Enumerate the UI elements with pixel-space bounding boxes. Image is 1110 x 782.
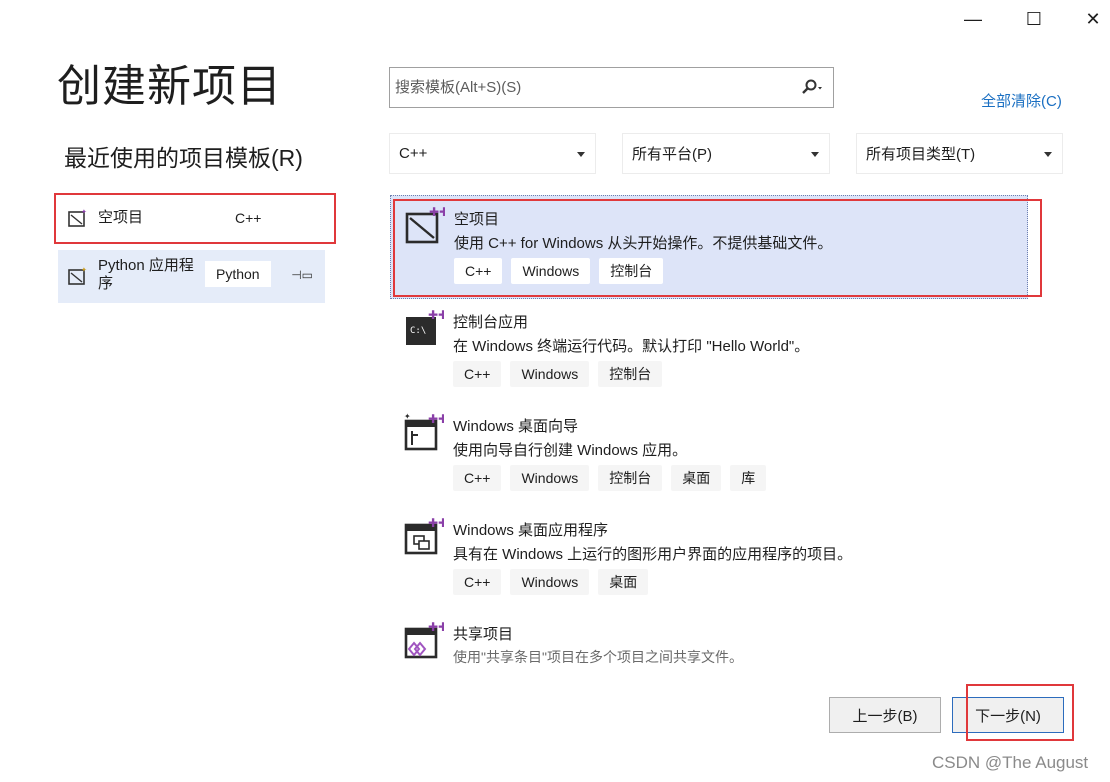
template-desktop-wizard[interactable]: ✦ ✚✚ Windows 桌面向导 使用向导自行创建 Windows 应用。 C…	[390, 403, 1028, 507]
watermark: CSDN @The August	[932, 753, 1089, 772]
pin-icon[interactable]: ⊣▭	[291, 268, 313, 282]
template-shared-project[interactable]: ✚✚ 共享项目 使用"共享条目"项目在多个项目之间共享文件。	[390, 611, 1028, 673]
chevron-down-icon	[811, 152, 819, 157]
tag: C++	[453, 569, 502, 595]
svg-text:✚✚: ✚✚	[428, 308, 444, 322]
svg-text:✚✚: ✚✚	[428, 620, 444, 634]
recent-item-python-app[interactable]: ✦ Python 应用程序 Python ⊣▭	[58, 250, 325, 303]
template-tags: C++ Windows 控制台 桌面 库	[453, 465, 767, 491]
clear-all-link[interactable]: 全部清除(C)	[981, 90, 1062, 111]
tag: C++	[453, 361, 502, 387]
console-app-icon: C:\ ✚✚	[406, 308, 444, 345]
close-button[interactable]: ✕	[1070, 4, 1110, 34]
template-name: Windows 桌面向导	[453, 418, 579, 435]
language-filter-value: C++	[399, 145, 428, 162]
template-desktop-app[interactable]: ✚✚ Windows 桌面应用程序 具有在 Windows 上运行的图形用户界面…	[390, 507, 1028, 611]
recent-item-label: Python 应用程序	[98, 257, 194, 292]
desktop-app-icon: ✚✚	[404, 516, 444, 555]
template-description: 具有在 Windows 上运行的图形用户界面的应用程序的项目。	[453, 546, 853, 563]
tag: 控制台	[598, 361, 663, 387]
tag: 控制台	[599, 258, 664, 284]
chevron-down-icon	[577, 152, 585, 157]
chevron-down-icon	[1044, 152, 1052, 157]
recent-item-empty-project[interactable]: ✦ 空项目 C++	[58, 193, 325, 243]
tag: Windows	[510, 465, 590, 491]
back-button[interactable]: 上一步(B)	[829, 697, 941, 733]
svg-text:✚✚: ✚✚	[428, 516, 444, 530]
template-tags: C++ Windows 控制台	[454, 258, 664, 284]
svg-text:✦: ✦	[81, 208, 87, 216]
platform-filter-value: 所有平台(P)	[632, 146, 712, 163]
recent-item-label: 空项目	[98, 209, 144, 226]
search-icon[interactable]	[799, 78, 823, 98]
svg-text:✦: ✦	[404, 412, 411, 421]
empty-project-icon: ✚✚	[405, 205, 445, 244]
minimize-button[interactable]: —	[950, 4, 996, 34]
tag: C++	[453, 465, 502, 491]
language-filter[interactable]: C++	[389, 133, 596, 174]
template-name: Windows 桌面应用程序	[453, 522, 609, 539]
search-box[interactable]	[389, 67, 834, 108]
template-tags: C++ Windows 控制台	[453, 361, 663, 387]
template-description: 使用"共享条目"项目在多个项目之间共享文件。	[453, 649, 743, 665]
template-description: 使用 C++ for Windows 从头开始操作。不提供基础文件。	[454, 235, 833, 252]
python-app-icon: ✦	[68, 266, 87, 285]
template-description: 使用向导自行创建 Windows 应用。	[453, 442, 688, 459]
project-type-filter[interactable]: 所有项目类型(T)	[856, 133, 1063, 174]
shared-project-icon: ✚✚	[404, 620, 444, 659]
tag: C++	[454, 258, 503, 284]
template-name: 空项目	[454, 211, 500, 228]
project-type-filter-value: 所有项目类型(T)	[866, 146, 976, 163]
maximize-button[interactable]: ☐	[1011, 4, 1057, 34]
tag: 桌面	[671, 465, 722, 491]
recent-item-tag: Python	[205, 261, 271, 287]
tag: Windows	[510, 361, 590, 387]
tag: Windows	[510, 569, 590, 595]
template-console-app[interactable]: C:\ ✚✚ 控制台应用 在 Windows 终端运行代码。默认打印 "Hell…	[390, 299, 1028, 403]
template-name: 共享项目	[453, 626, 514, 643]
svg-text:C:\: C:\	[410, 326, 426, 336]
recent-templates-heading: 最近使用的项目模板(R)	[64, 145, 303, 171]
template-tags: C++ Windows 桌面	[453, 569, 649, 595]
template-description: 在 Windows 终端运行代码。默认打印 "Hello World"。	[453, 338, 810, 355]
tag: 控制台	[598, 465, 663, 491]
svg-text:✚✚: ✚✚	[428, 412, 444, 426]
search-input[interactable]	[390, 68, 790, 107]
page-title: 创建新项目	[57, 62, 282, 111]
tag: Windows	[511, 258, 591, 284]
tag: 库	[730, 465, 767, 491]
template-empty-project[interactable]: ✚✚ 空项目 使用 C++ for Windows 从头开始操作。不提供基础文件…	[390, 195, 1028, 299]
svg-text:✚✚: ✚✚	[429, 205, 445, 219]
platform-filter[interactable]: 所有平台(P)	[622, 133, 830, 174]
empty-project-icon: ✦	[68, 208, 87, 227]
template-name: 控制台应用	[453, 314, 529, 331]
tag: 桌面	[598, 569, 649, 595]
next-button[interactable]: 下一步(N)	[952, 697, 1064, 733]
recent-item-tag: C++	[224, 205, 273, 231]
desktop-wizard-icon: ✦ ✚✚	[404, 412, 444, 451]
svg-text:✦: ✦	[81, 266, 87, 274]
